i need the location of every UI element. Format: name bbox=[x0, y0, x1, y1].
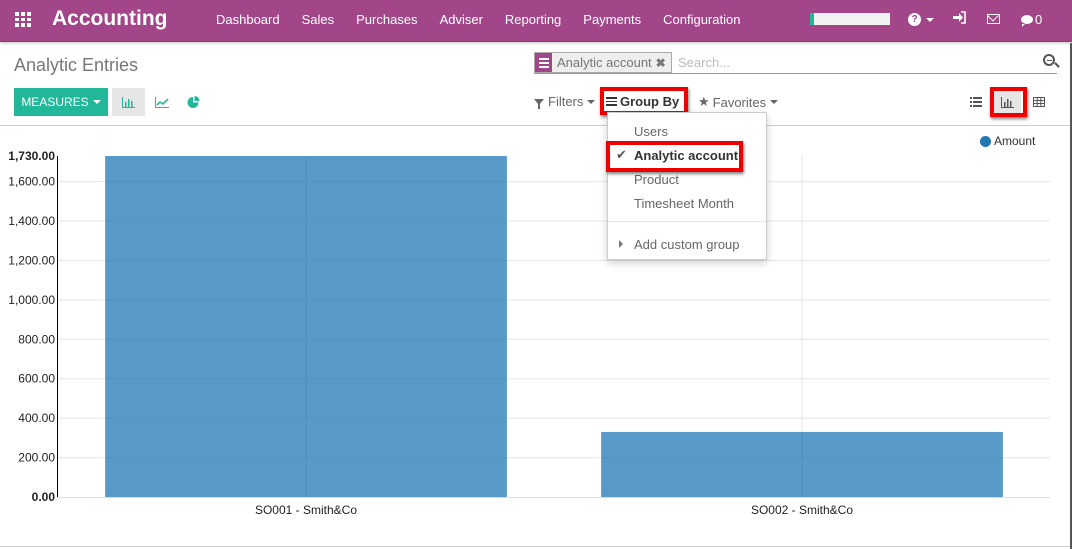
favorites-label: Favorites bbox=[712, 94, 767, 110]
chart-area: 0.00 200.00 400.00 600.00 800.00 1,000.00 1,20… bbox=[0, 127, 1072, 547]
search-facet[interactable]: Analytic account ✖ bbox=[534, 52, 672, 73]
table-icon bbox=[1033, 97, 1045, 107]
pivot-view-button[interactable] bbox=[1025, 90, 1053, 114]
filter-icon bbox=[534, 98, 544, 109]
menu-item-adviser[interactable]: Adviser bbox=[429, 12, 494, 27]
y-tick-label: 800.00 bbox=[18, 332, 55, 346]
main-menu: Dashboard Sales Purchases Adviser Report… bbox=[205, 12, 751, 27]
divider bbox=[0, 546, 1072, 547]
caret-down-icon bbox=[587, 99, 596, 104]
list-icon bbox=[970, 97, 982, 107]
sign-in-icon[interactable] bbox=[953, 11, 966, 27]
question-circle-icon[interactable]: ? bbox=[908, 13, 921, 26]
graph-view-button[interactable] bbox=[993, 90, 1021, 114]
menu-item-sales[interactable]: Sales bbox=[291, 12, 346, 27]
y-tick-label: 1,730.00 bbox=[8, 149, 55, 163]
y-tick-label: 1,200.00 bbox=[8, 253, 55, 267]
y-tick-label: 1,600.00 bbox=[8, 175, 55, 189]
y-tick-label: 1,400.00 bbox=[8, 214, 55, 228]
bar-chart-mode-button[interactable] bbox=[112, 88, 145, 116]
messages-count: 0 bbox=[1035, 12, 1043, 27]
y-tick-label: 600.00 bbox=[18, 372, 55, 386]
bar-chart: 0.00 200.00 400.00 600.00 800.00 1,000.00 1,20… bbox=[8, 149, 1050, 517]
menu-item-dashboard[interactable]: Dashboard bbox=[205, 12, 291, 27]
legend-marker bbox=[980, 135, 991, 147]
groupby-option-users[interactable]: Users bbox=[634, 124, 668, 139]
filters-label: Filters bbox=[548, 94, 584, 109]
add-custom-group-button[interactable]: Add custom group bbox=[634, 237, 740, 252]
menu-item-payments[interactable]: Payments bbox=[572, 12, 652, 27]
pie-chart-icon bbox=[187, 95, 200, 108]
filters-button[interactable]: Filters bbox=[534, 94, 596, 109]
list-view-button[interactable] bbox=[962, 90, 990, 114]
x-tick-label: SO002 - Smith&Co bbox=[751, 503, 853, 517]
menu-item-purchases[interactable]: Purchases bbox=[345, 12, 428, 27]
y-tick-label: 400.00 bbox=[18, 411, 55, 425]
dropdown-divider bbox=[608, 221, 766, 222]
menu-item-configuration[interactable]: Configuration bbox=[652, 12, 751, 27]
measures-button[interactable]: MEASURES bbox=[14, 88, 108, 116]
search-icon[interactable] bbox=[1043, 54, 1055, 66]
facet-value: Analytic account bbox=[557, 55, 652, 70]
search-bar: Analytic account ✖ bbox=[534, 52, 1057, 74]
pie-chart-mode-button[interactable] bbox=[177, 88, 210, 116]
x-tick-label: SO001 - Smith&Co bbox=[255, 503, 357, 517]
measures-label: MEASURES bbox=[21, 95, 89, 109]
line-chart-icon bbox=[154, 96, 169, 108]
y-tick-label: 1,000.00 bbox=[8, 293, 55, 307]
search-input[interactable] bbox=[678, 53, 1018, 72]
bar-chart-icon bbox=[122, 96, 135, 108]
top-navbar: Accounting Dashboard Sales Purchases Adv… bbox=[0, 0, 1072, 42]
caret-down-icon bbox=[770, 100, 779, 104]
y-tick-label: 0.00 bbox=[32, 490, 56, 504]
group-by-dropdown: Users ✔ Analytic account Product Timeshe… bbox=[607, 112, 767, 260]
comment-icon bbox=[1021, 15, 1033, 27]
group-by-facet-icon bbox=[535, 53, 552, 72]
menu-item-reporting[interactable]: Reporting bbox=[494, 12, 572, 27]
bars-icon bbox=[606, 97, 617, 106]
groupby-option-product[interactable]: Product bbox=[634, 172, 679, 187]
apps-grid-icon[interactable] bbox=[15, 12, 32, 27]
checkmark-icon: ✔ bbox=[616, 147, 627, 162]
progress-fill bbox=[810, 13, 814, 25]
legend-label: Amount bbox=[994, 134, 1036, 148]
line-chart-mode-button[interactable] bbox=[145, 88, 178, 116]
groupby-option-analytic-account[interactable]: Analytic account bbox=[634, 148, 738, 163]
help-caret-icon[interactable] bbox=[926, 18, 934, 22]
caret-right-icon bbox=[619, 240, 623, 248]
group-by-button[interactable]: Group By bbox=[606, 94, 679, 109]
favorites-button[interactable]: ★ Favorites bbox=[698, 94, 779, 110]
star-icon: ★ bbox=[698, 94, 710, 109]
messages-button[interactable]: 0 bbox=[1021, 12, 1042, 27]
groupby-option-timesheet-month[interactable]: Timesheet Month bbox=[634, 196, 734, 211]
envelope-icon[interactable] bbox=[987, 14, 1000, 24]
app-title: Accounting bbox=[52, 7, 168, 30]
breadcrumb: Analytic Entries bbox=[14, 55, 139, 75]
group-by-label: Group By bbox=[620, 94, 680, 109]
caret-down-icon bbox=[92, 100, 101, 104]
control-panel: Analytic Entries MEASURES Analytic accou… bbox=[0, 43, 1072, 126]
y-tick-label: 200.00 bbox=[18, 451, 55, 465]
chart-legend[interactable]: Amount bbox=[980, 134, 1035, 148]
facet-remove-icon[interactable]: ✖ bbox=[656, 56, 671, 70]
bar-chart-icon bbox=[1000, 96, 1014, 108]
progress-bar bbox=[810, 13, 890, 25]
